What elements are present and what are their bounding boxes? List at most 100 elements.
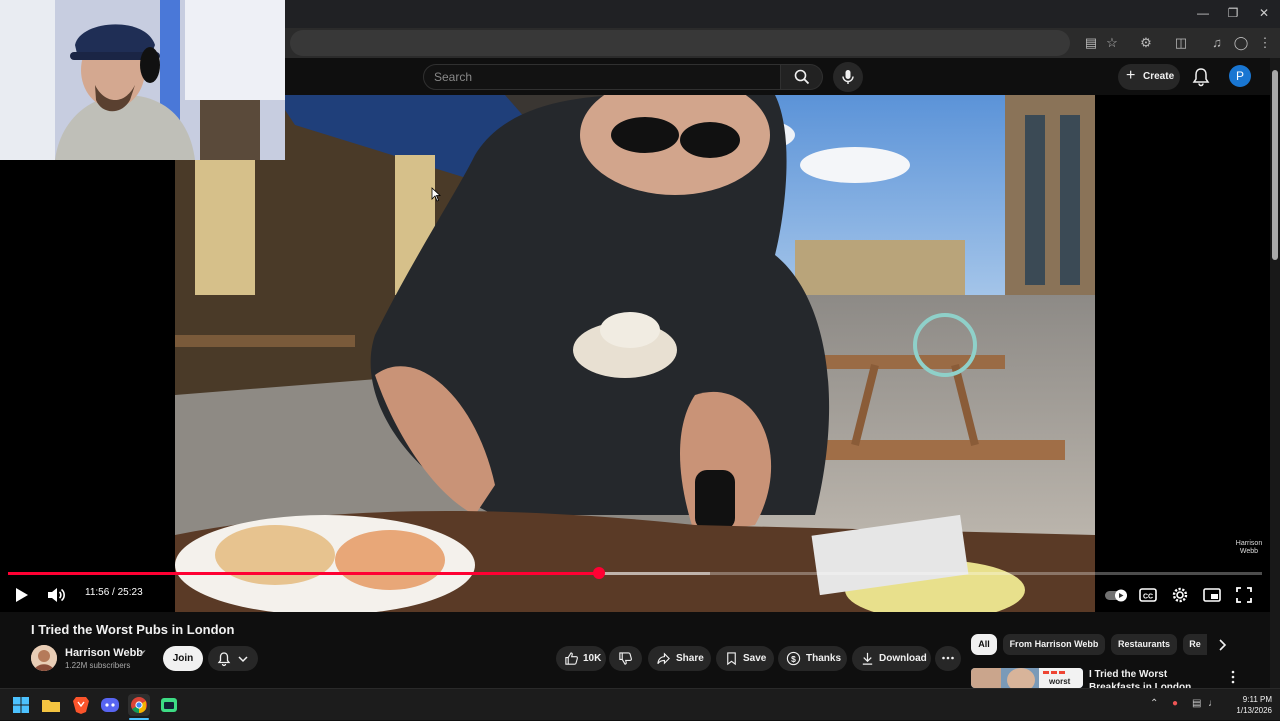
fullscreen-button[interactable] [1232,583,1256,607]
video-frame[interactable] [175,95,1095,612]
close-window-button[interactable]: ✕ [1249,4,1279,22]
channel-avatar[interactable] [31,645,57,671]
windows-logo-icon [13,697,29,713]
bookmark-icon [727,652,736,666]
autoplay-toggle-icon [1105,589,1127,602]
dislike-button[interactable] [609,646,642,671]
more-actions-button[interactable] [935,646,961,671]
taskbar-clock-time[interactable]: 9:11 PM [1232,695,1272,704]
scrubber-handle[interactable] [592,567,605,579]
chips-next-button[interactable] [1213,636,1231,654]
channel-avatar-image [31,645,57,671]
captions-button[interactable]: CC [1136,583,1160,607]
taskbar-clock-date[interactable]: 1/13/2026 [1224,706,1272,715]
bell-icon [1192,68,1210,87]
file-explorer-button[interactable] [40,694,62,716]
media-control-icon[interactable]: ♫ [1208,34,1226,52]
bell-icon [217,652,231,667]
share-icon [657,652,670,665]
time-display: 11:56 / 25:23 [85,587,143,598]
thanks-icon: $ [786,651,801,666]
tray-overflow-icon[interactable]: ⌃ [1150,698,1158,709]
chip-restaurants[interactable]: Restaurants [1111,634,1177,655]
channel-watermark[interactable]: Harrison Webb [1232,540,1266,556]
minimize-button[interactable]: — [1188,4,1218,22]
plus-icon: + [1126,67,1136,84]
split-view-icon[interactable]: ◫ [1172,34,1190,52]
search-icon [794,69,810,85]
discord-icon [101,698,119,712]
chrome-icon [131,697,147,713]
microphone-tray-icon[interactable]: ● [1172,698,1178,709]
video-scene [175,95,1095,612]
progress-bar[interactable] [8,567,1262,579]
volume-icon [48,588,65,602]
account-avatar[interactable]: P [1229,65,1251,87]
search-input[interactable] [434,65,764,89]
join-button[interactable]: Join [163,646,203,671]
svg-text:$: $ [791,654,796,664]
app-button[interactable] [158,694,180,716]
brave-browser-button[interactable] [70,694,92,716]
thumbs-down-icon [619,652,632,665]
mouse-cursor-icon [431,187,441,202]
volume-tray-icon[interactable]: ♩ [1208,698,1218,709]
thanks-button[interactable]: $ Thanks [778,646,847,671]
mute-button[interactable] [44,583,68,607]
create-button[interactable]: + Create [1118,64,1180,90]
recommendation-thumbnail[interactable]: worst [971,668,1083,688]
thumbnail-text: worst [1049,677,1071,686]
recommendation-menu-button[interactable] [1226,669,1240,685]
chevron-down-icon [238,656,248,663]
notifications-button[interactable] [1190,66,1212,88]
brave-lion-icon [73,697,89,714]
install-app-icon[interactable]: ▤ [1082,34,1100,52]
svg-text:CC: CC [1143,594,1153,601]
chrome-button[interactable] [128,694,150,716]
browser-menu-icon[interactable]: ⋮ [1256,34,1274,52]
os-taskbar: ⌃ ● ▤ ♩ 9:11 PM 1/13/2026 [0,688,1280,720]
chip-all[interactable]: All [971,634,997,655]
voice-search-button[interactable] [833,62,863,92]
subscription-bell-button[interactable] [208,646,258,671]
page-scrollbar[interactable] [1270,58,1280,688]
start-button[interactable] [10,694,32,716]
autoplay-toggle[interactable] [1104,583,1128,607]
play-icon [16,588,28,602]
restore-button[interactable]: ❐ [1218,4,1248,22]
profile-icon[interactable]: ◯ [1232,34,1250,52]
webcam-scene [0,0,285,160]
more-vertical-icon [1231,670,1235,684]
download-icon [862,652,873,665]
play-button[interactable] [9,583,33,607]
video-player[interactable]: Harrison Webb 11:56 / 25:23 CC [0,95,1270,612]
miniplayer-button[interactable] [1200,583,1224,607]
channel-name[interactable]: Harrison Webb [65,647,143,659]
discord-button[interactable] [99,694,121,716]
miniplayer-icon [1203,588,1221,602]
folder-icon [42,700,60,712]
subscriber-count: 1.22M subscribers [65,661,131,670]
settings-button[interactable] [1168,583,1192,607]
save-button[interactable]: Save [716,646,774,671]
scrollbar-thumb[interactable] [1272,70,1278,260]
bookmark-star-icon[interactable]: ☆ [1103,34,1121,52]
video-title: I Tried the Worst Pubs in London [31,622,235,637]
chevron-right-icon [1219,639,1227,651]
download-button[interactable]: Download [852,646,931,671]
app-icon [161,698,177,712]
address-bar[interactable] [290,30,1070,56]
verified-icon: ✔ [139,648,147,658]
network-icon[interactable]: ▤ [1192,698,1201,709]
chip-truncated[interactable]: Re [1183,634,1207,655]
extensions-icon[interactable]: ⚙ [1137,34,1155,52]
thumbs-up-icon [565,652,578,665]
like-button[interactable]: 10K [556,646,606,671]
share-button[interactable]: Share [648,646,711,671]
microphone-icon [842,70,854,84]
search-button[interactable] [781,64,823,90]
progress-played [8,572,599,575]
search-box [423,64,781,90]
more-horizontal-icon [942,656,954,660]
chip-from-channel[interactable]: From Harrison Webb [1003,634,1105,655]
